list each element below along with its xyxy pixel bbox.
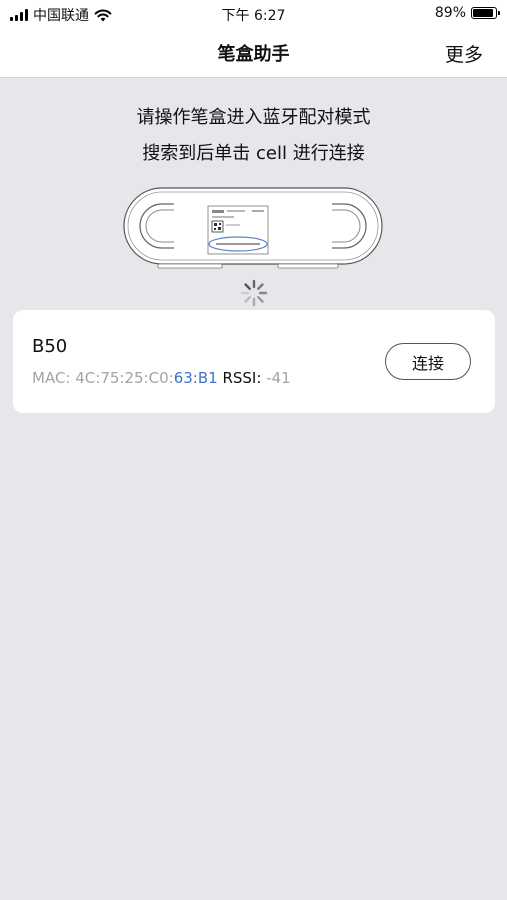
instruction-line-2: 搜索到后单击 cell 进行连接 [142,143,365,164]
device-info: MAC: 4C:75:25:C0:63:B1 RSSI: -41 [32,369,291,387]
mac-label: MAC: [32,369,71,387]
battery-level [473,9,493,17]
instruction-line-1: 请操作笔盒进入蓝牙配对模式 [136,107,371,128]
battery-icon [471,7,500,19]
rssi-label: RSSI: [222,369,262,387]
device-name: B50 [32,336,68,357]
page-title: 笔盒助手 [217,44,290,65]
device-cell[interactable]: B50 MAC: 4C:75:25:C0:63:B1 RSSI: -41 连接 [13,310,495,413]
mac-prefix: 4C:75:25:C0: [75,369,174,387]
pairing-instructions: 请操作笔盒进入蓝牙配对模式 搜索到后单击 cell 进行连接 [0,100,507,172]
status-right: 89% [434,5,500,21]
rssi-value: -41 [266,369,291,387]
more-button[interactable]: 更多 [445,40,483,67]
mac-suffix: 63:B1 [173,369,218,387]
status-time: 下午 6:27 [221,8,286,24]
navigation-bar: 笔盒助手 更多 [0,28,507,78]
connect-button[interactable]: 连接 [385,343,471,380]
status-bar: 中国联通 下午 6:27 89% [0,0,507,28]
pen-box-illustration [123,187,383,269]
loading-spinner-icon [240,279,268,307]
battery-percent: 89% [434,5,466,21]
